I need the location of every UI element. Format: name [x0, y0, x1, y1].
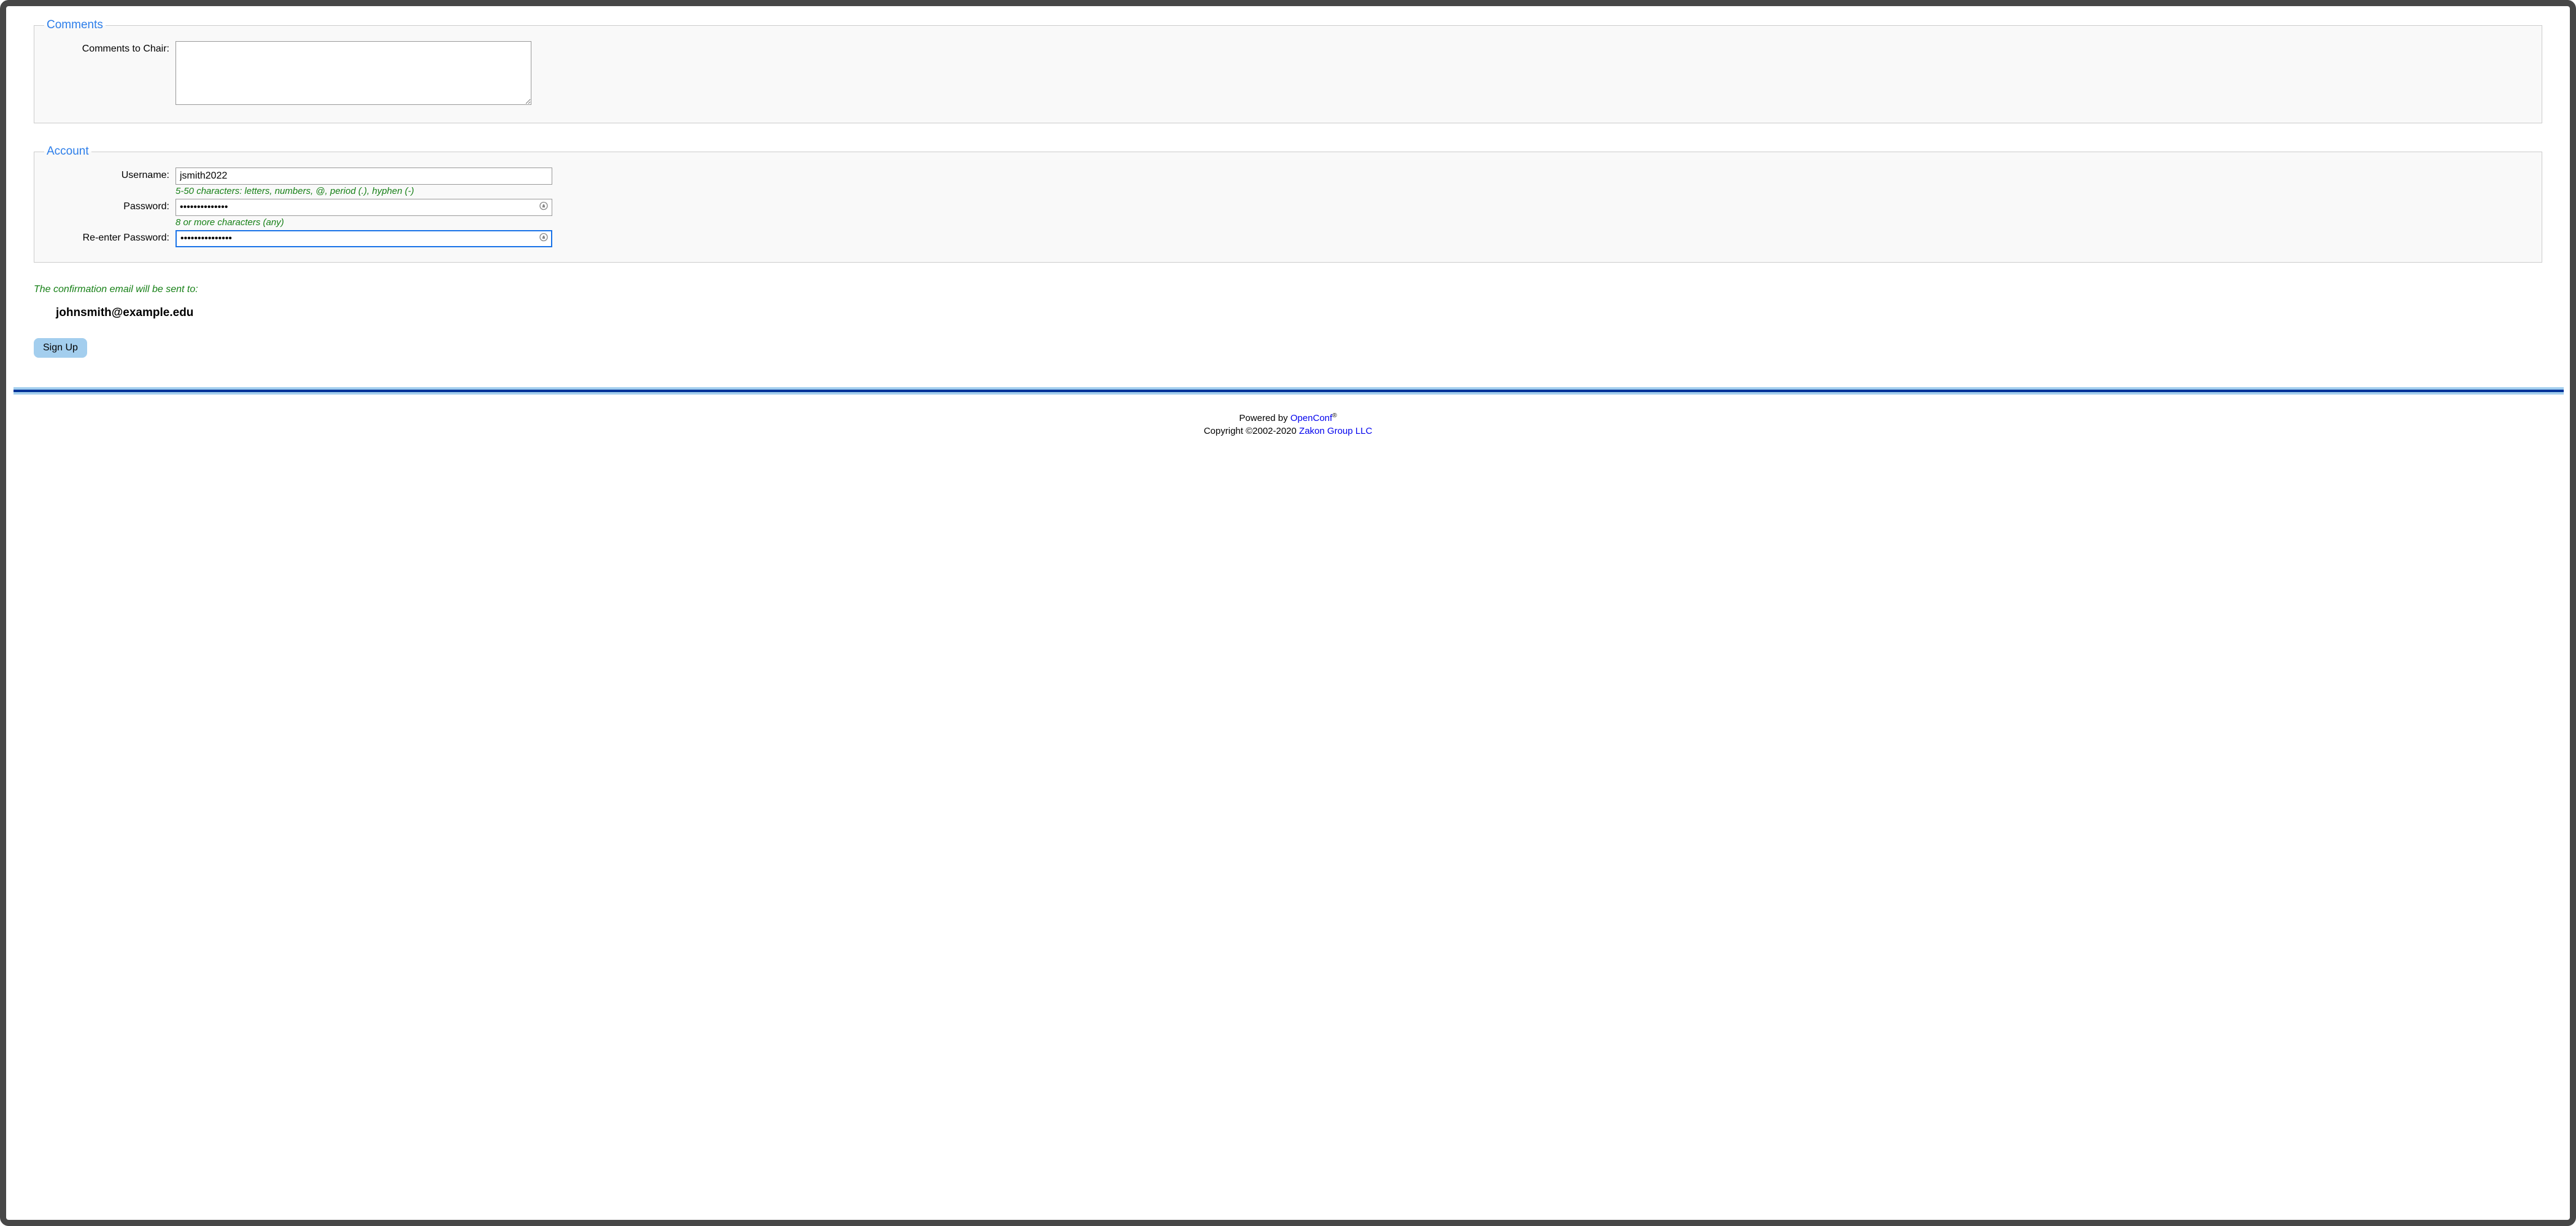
footer-zakon-link[interactable]: Zakon Group LLC: [1299, 426, 1372, 436]
divider-bar: [13, 387, 2564, 395]
signup-button[interactable]: Sign Up: [34, 338, 87, 358]
comments-legend: Comments: [44, 18, 106, 32]
password2-input[interactable]: [175, 230, 552, 247]
account-fieldset: Account Username: 5-50 characters: lette…: [34, 145, 2542, 263]
password-label: Password:: [47, 199, 175, 212]
comments-textarea[interactable]: [175, 41, 531, 105]
footer-reg: ®: [1332, 412, 1336, 419]
comments-fieldset: Comments Comments to Chair:: [34, 18, 2542, 123]
password-input[interactable]: [175, 199, 552, 216]
password-hint: 8 or more characters (any): [175, 217, 552, 228]
confirmation-email: johnsmith@example.edu: [56, 306, 2542, 320]
footer: Powered by OpenConf® Copyright ©2002-202…: [34, 412, 2542, 438]
comments-label: Comments to Chair:: [47, 41, 175, 55]
footer-copyright-pre: Copyright ©2002-2020: [1204, 426, 1299, 436]
password2-label: Re-enter Password:: [47, 230, 175, 244]
username-hint: 5-50 characters: letters, numbers, @, pe…: [175, 186, 552, 196]
username-input[interactable]: [175, 168, 552, 185]
footer-openconf-link[interactable]: OpenConf: [1290, 413, 1332, 423]
username-label: Username:: [47, 168, 175, 181]
footer-powered-pre: Powered by: [1239, 413, 1290, 423]
confirmation-text: The confirmation email will be sent to:: [34, 284, 2542, 295]
account-legend: Account: [44, 145, 91, 158]
